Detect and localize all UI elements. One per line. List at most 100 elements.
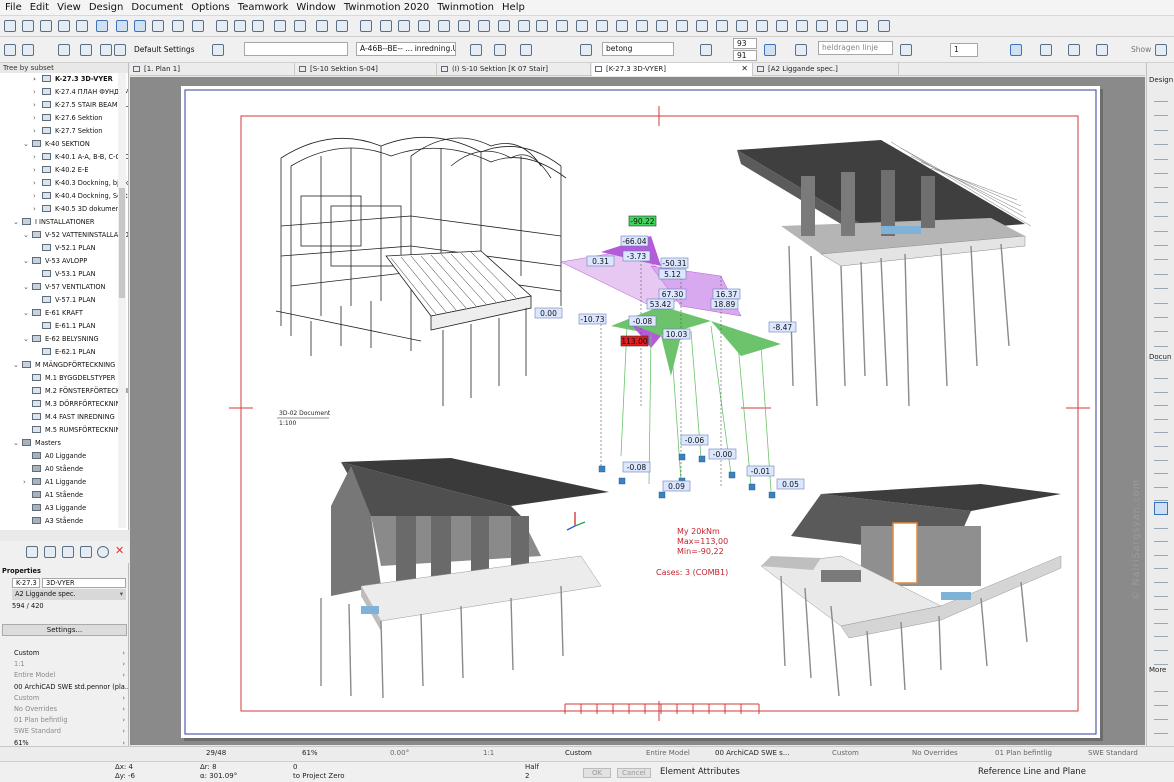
navigator-item[interactable]: ⌄ V-53 AVLOPP [23,255,87,268]
toolbar-tool-23-icon[interactable] [438,20,450,32]
navigator-item[interactable]: M.5 RUMSFÖRTECKNING [32,424,125,437]
new-layout-icon[interactable] [26,546,38,558]
expand-icon[interactable]: ⌄ [23,255,29,268]
toolbar-tool-15-icon[interactable] [274,20,286,32]
save-view-icon[interactable] [62,546,74,558]
toolbox-tool-8-icon[interactable] [1154,190,1168,203]
navigator-item[interactable]: ›K-27.4 ПЛАН ФУНДАМЕНТ [33,86,128,99]
navigator-item[interactable]: V-53.1 PLAN [42,268,96,281]
navigator-item[interactable]: ›K-40.4 Dockning, Sektion [33,190,128,203]
toolbox-tool-17-icon[interactable] [1154,319,1168,333]
half-label[interactable]: Half [525,763,539,771]
menu-help[interactable]: Help [497,2,528,13]
toolbar-tool-30-icon[interactable] [576,20,588,32]
infobox-tool-3-icon[interactable] [58,44,70,56]
toolbox-tool-1-icon[interactable] [1154,89,1168,102]
navigator-item[interactable]: › K-27.5 STAIR BEAM PLAN [33,99,128,112]
toolbox-tool-16-icon[interactable] [1154,305,1168,318]
toolbar-tool-38-icon[interactable] [736,20,748,32]
new-folder-icon[interactable] [44,546,56,558]
toolbox-tool-32-icon[interactable] [1154,529,1168,543]
toolbox-tool-22-icon[interactable] [1154,393,1168,407]
toolbar-tool-4-icon[interactable] [58,20,70,32]
menu-teamwork[interactable]: Teamwork [233,2,292,13]
expand-icon[interactable]: › [33,177,36,190]
toolbox-tool-36-icon[interactable] [1154,584,1168,597]
navigator-item[interactable]: A0 Liggande [32,450,86,463]
navigator-item[interactable]: A1 Stående [32,489,83,502]
toolbox-tool-25-icon[interactable] [1154,434,1168,447]
navigator-item[interactable]: › A1 Liggande [23,476,86,489]
view-setting-row[interactable]: 1:1 › [14,659,128,670]
expand-icon[interactable]: ⌄ [23,229,29,242]
toolbar-tool-6-icon[interactable] [96,20,108,32]
toolbar-tool-27-icon[interactable] [518,20,530,32]
infobox-tool-12-icon[interactable] [700,44,712,56]
toolbox-tool-14-icon[interactable] [1154,276,1168,290]
toolbar-tool-5-icon[interactable] [76,20,88,32]
dimension-standard[interactable]: SWE Standard [1088,749,1138,757]
pen-set[interactable]: 00 ArchiCAD SWE s... [715,749,790,757]
navigator-item[interactable]: A3 Liggande [32,502,86,515]
expand-icon[interactable]: › [33,164,36,177]
toolbar-tool-2-icon[interactable] [22,20,34,32]
info-text-field[interactable] [244,42,348,56]
material-selector[interactable]: betong [602,42,674,56]
infobox-tool-20-icon[interactable] [1155,44,1167,56]
navigator-item[interactable]: E-61.1 PLAN [42,320,96,333]
toolbar-tool-33-icon[interactable] [636,20,648,32]
toolbar-tool-11-icon[interactable] [192,20,204,32]
toolbox-tool-33-icon[interactable] [1154,543,1168,556]
value-bottom-input[interactable]: 91 [733,50,757,61]
toolbox-tool-44-icon[interactable] [1154,707,1168,720]
toolbar-tool-16-icon[interactable] [294,20,306,32]
toolbar-tool-45-icon[interactable] [878,20,890,32]
toolbar-tool-19-icon[interactable] [360,20,372,32]
toolbox-tool-21-icon[interactable] [1154,380,1168,393]
toolbar-tool-12-icon[interactable] [216,20,228,32]
toolbox-tool-18-icon[interactable] [1154,334,1168,347]
expand-icon[interactable]: › [33,99,36,112]
toolbar-tool-28-icon[interactable] [536,20,548,32]
view-setting-row[interactable]: Custom › [14,648,128,659]
master-selector[interactable]: A2 Liggande spec. ▾ [12,589,126,600]
toolbox-tool-24-icon[interactable] [1154,420,1168,434]
expand-icon[interactable]: ⌄ [13,216,19,229]
menu-window[interactable]: Window [291,2,338,13]
navigator-item[interactable]: ⌄ E-61 KRAFT [23,307,83,320]
expand-icon[interactable]: ⌄ [13,359,19,372]
structure-display[interactable]: Custom [565,749,592,757]
menu-twinmotion[interactable]: Twinmotion [432,2,497,13]
navigator-item[interactable]: › K-27.6 Sektion [33,112,102,125]
navigator-item[interactable]: ⌄ Masters [13,437,61,450]
renovation-filter[interactable]: 01 Plan befintlig [995,749,1052,757]
view-setting-row[interactable]: Entire Model › [14,670,128,681]
to-project-zero[interactable]: to Project Zero [293,772,345,780]
navigator-item[interactable]: M.3 DÖRRFÖRTECKNING [32,398,126,411]
navigator-item[interactable]: A0 Stående [32,463,83,476]
element-attributes-selector[interactable]: Element Attributes [660,767,740,777]
pen-number-input[interactable]: 1 [950,43,978,57]
tab-3[interactable]: (I) S-10 Sektion [K 07 Stair] [438,63,591,76]
infobox-tool-15-icon[interactable] [900,44,912,56]
infobox-tool-14-icon[interactable] [795,44,807,56]
expand-icon[interactable]: ⌄ [23,281,29,294]
toolbar-tool-21-icon[interactable] [398,20,410,32]
ok-button[interactable]: OK [583,768,612,778]
view-setting-row[interactable]: SWE Standard › [14,726,128,737]
toolbox-tool-34-icon[interactable] [1154,556,1168,570]
toolbox-tool-6-icon[interactable] [1154,161,1168,174]
expand-icon[interactable]: ⌄ [23,138,29,151]
toolbar-tool-35-icon[interactable] [676,20,688,32]
navigator-item[interactable]: ›K-40.3 Dockning, bjälklag [33,177,128,190]
expand-icon[interactable]: › [33,190,36,203]
infobox-tool-5-icon[interactable] [100,44,112,56]
toolbox-tool-37-icon[interactable] [1154,597,1168,611]
toolbox-tool-42-icon[interactable] [1154,679,1168,692]
toolbox-tool-45-icon[interactable] [1154,721,1168,734]
navigator-item[interactable]: M.1 BYGGDELSTYPER [32,372,115,385]
infobox-tool-8-icon[interactable] [470,44,482,56]
toolbar-tool-36-icon[interactable] [696,20,708,32]
navigator-item[interactable]: › K-40.2 E-E [33,164,89,177]
toolbar-tool-24-icon[interactable] [458,20,470,32]
